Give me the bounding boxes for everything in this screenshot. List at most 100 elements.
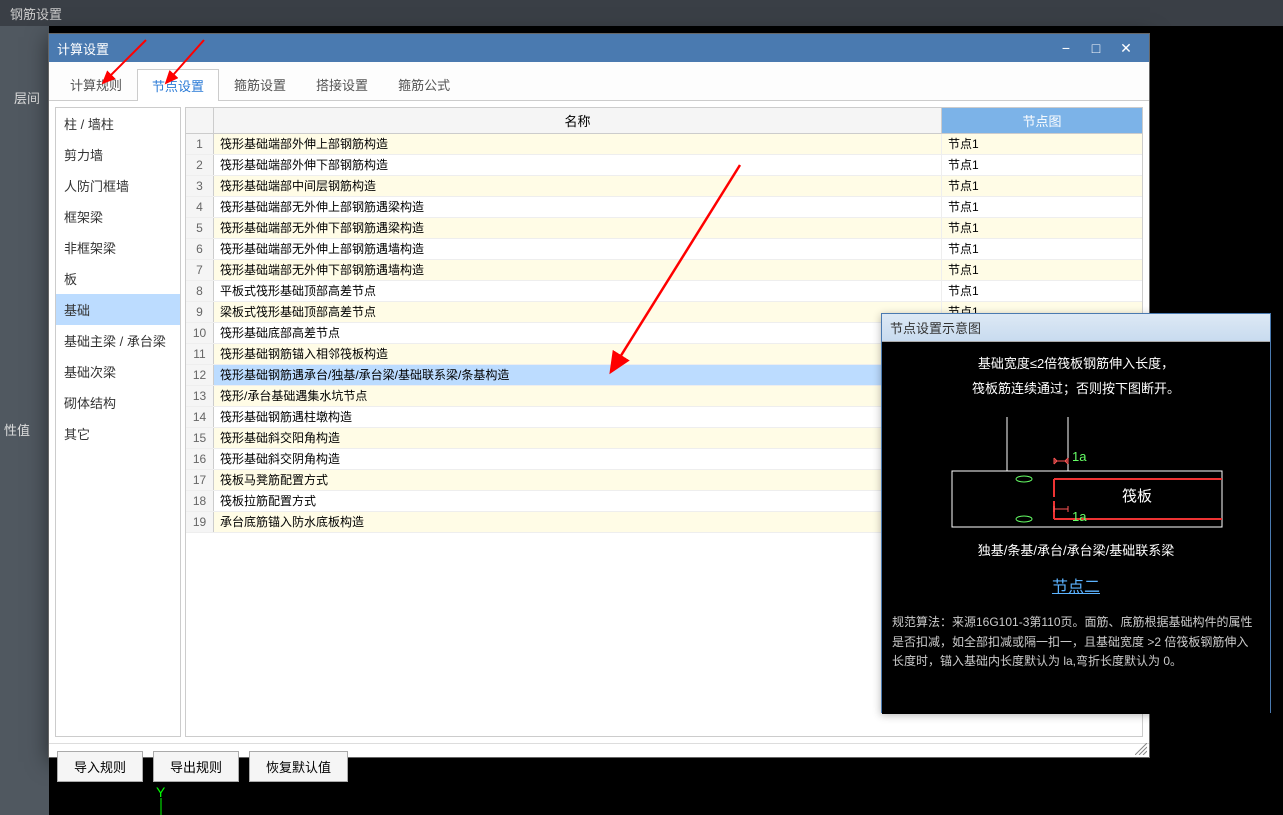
row-number: 11 [186,344,214,364]
row-name[interactable]: 筏形基础端部外伸上部钢筋构造 [214,134,942,154]
row-number: 19 [186,512,214,532]
label-1a-bot: 1a [1072,509,1086,524]
row-number: 4 [186,197,214,217]
preview-text: 基础宽度≤2倍筏板钢筋伸入长度， 筏板筋连续通过；否则按下图断开。 [892,352,1260,401]
app-title: 钢筋设置 [0,0,1283,26]
row-name[interactable]: 筏形基础钢筋遇承台/独基/承台梁/基础联系梁/条基构造 [214,365,942,385]
tab-0[interactable]: 计算规则 [55,68,137,100]
th-node[interactable]: 节点图 [942,108,1142,133]
row-name[interactable]: 筏板马凳筋配置方式 [214,470,942,490]
dialog-footer: 导入规则 导出规则 恢复默认值 [49,743,1149,789]
row-number: 14 [186,407,214,427]
row-name[interactable]: 平板式筏形基础顶部高差节点 [214,281,942,301]
row-node[interactable]: 节点1 [942,281,1142,301]
category-item[interactable]: 非框架梁 [56,232,180,263]
row-number: 16 [186,449,214,469]
th-name[interactable]: 名称 [214,108,942,133]
table-row[interactable]: 6筏形基础端部无外伸上部钢筋遇墙构造节点1 [186,239,1142,260]
category-item[interactable]: 人防门框墙 [56,170,180,201]
row-name[interactable]: 筏形基础端部无外伸下部钢筋遇梁构造 [214,218,942,238]
category-list: 柱 / 墙柱剪力墙人防门框墙框架梁非框架梁板基础基础主梁 / 承台梁基础次梁砌体… [55,107,181,737]
table-header: 名称 节点图 [186,108,1142,134]
label-raft: 筏板 [1122,485,1152,506]
row-name[interactable]: 筏板拉筋配置方式 [214,491,942,511]
preview-body: 基础宽度≤2倍筏板钢筋伸入长度， 筏板筋连续通过；否则按下图断开。 [882,342,1270,714]
category-item[interactable]: 柱 / 墙柱 [56,108,180,139]
row-number: 2 [186,155,214,175]
row-number: 6 [186,239,214,259]
table-row[interactable]: 8平板式筏形基础顶部高差节点节点1 [186,281,1142,302]
dialog-title: 计算设置 [57,39,109,58]
tab-3[interactable]: 搭接设置 [301,68,383,100]
row-node[interactable]: 节点1 [942,155,1142,175]
category-item[interactable]: 基础主梁 / 承台梁 [56,325,180,356]
export-rules-button[interactable]: 导出规则 [153,751,239,782]
row-number: 5 [186,218,214,238]
category-item[interactable]: 基础 [56,294,180,325]
row-name[interactable]: 筏形/承台基础遇集水坑节点 [214,386,942,406]
th-num [186,108,214,133]
table-row[interactable]: 5筏形基础端部无外伸下部钢筋遇梁构造节点1 [186,218,1142,239]
import-rules-button[interactable]: 导入规则 [57,751,143,782]
restore-defaults-button[interactable]: 恢复默认值 [249,751,348,782]
row-number: 17 [186,470,214,490]
preview-desc: 规范算法：来源16G101-3第110页。面筋、底筋根据基础构件的属性是否扣减，… [892,613,1260,671]
preview-line1: 基础宽度≤2倍筏板钢筋伸入长度， [892,352,1260,377]
dialog-titlebar[interactable]: 计算设置 − □ ✕ [49,34,1149,62]
row-name[interactable]: 承台底筋锚入防水底板构造 [214,512,942,532]
node-link[interactable]: 节点二 [892,573,1260,597]
preview-diagram: 1a 1a 筏板 独基/条基/承台/承台梁/基础联系梁 [892,411,1260,561]
category-item[interactable]: 其它 [56,418,180,449]
preview-line2: 筏板筋连续通过；否则按下图断开。 [892,377,1260,402]
row-name[interactable]: 筏形基础端部无外伸上部钢筋遇墙构造 [214,239,942,259]
axis-y-line [160,798,162,815]
category-item[interactable]: 框架梁 [56,201,180,232]
row-number: 12 [186,365,214,385]
row-name[interactable]: 筏形基础斜交阴角构造 [214,449,942,469]
row-name[interactable]: 筏形基础钢筋锚入相邻筏板构造 [214,344,942,364]
row-name[interactable]: 筏形基础端部无外伸下部钢筋遇墙构造 [214,260,942,280]
row-number: 18 [186,491,214,511]
tab-2[interactable]: 箍筋设置 [219,68,301,100]
row-node[interactable]: 节点1 [942,134,1142,154]
row-name[interactable]: 筏形基础底部高差节点 [214,323,942,343]
row-number: 3 [186,176,214,196]
row-name[interactable]: 筏形基础端部无外伸上部钢筋遇梁构造 [214,197,942,217]
row-node[interactable]: 节点1 [942,260,1142,280]
maximize-icon[interactable]: □ [1081,34,1111,62]
row-node[interactable]: 节点1 [942,239,1142,259]
category-item[interactable]: 基础次梁 [56,356,180,387]
close-icon[interactable]: ✕ [1111,34,1141,62]
category-item[interactable]: 板 [56,263,180,294]
category-item[interactable]: 剪力墙 [56,139,180,170]
category-item[interactable]: 砌体结构 [56,387,180,418]
tab-4[interactable]: 箍筋公式 [383,68,465,100]
row-number: 9 [186,302,214,322]
row-number: 10 [186,323,214,343]
bg-sidebar-item[interactable]: 层间 [14,88,40,107]
row-node[interactable]: 节点1 [942,197,1142,217]
table-row[interactable]: 4筏形基础端部无外伸上部钢筋遇梁构造节点1 [186,197,1142,218]
row-number: 7 [186,260,214,280]
table-row[interactable]: 1筏形基础端部外伸上部钢筋构造节点1 [186,134,1142,155]
row-number: 8 [186,281,214,301]
row-node[interactable]: 节点1 [942,176,1142,196]
row-number: 1 [186,134,214,154]
row-name[interactable]: 筏形基础端部外伸下部钢筋构造 [214,155,942,175]
row-name[interactable]: 梁板式筏形基础顶部高差节点 [214,302,942,322]
table-row[interactable]: 2筏形基础端部外伸下部钢筋构造节点1 [186,155,1142,176]
row-number: 13 [186,386,214,406]
minimize-icon[interactable]: − [1051,34,1081,62]
row-name[interactable]: 筏形基础斜交阳角构造 [214,428,942,448]
table-row[interactable]: 3筏形基础端部中间层钢筋构造节点1 [186,176,1142,197]
preview-panel: 节点设置示意图 基础宽度≤2倍筏板钢筋伸入长度， 筏板筋连续通过；否则按下图断开… [881,313,1271,713]
row-name[interactable]: 筏形基础端部中间层钢筋构造 [214,176,942,196]
row-node[interactable]: 节点1 [942,218,1142,238]
resize-grip-icon[interactable] [1135,743,1147,755]
tab-strip: 计算规则节点设置箍筋设置搭接设置箍筋公式 [49,62,1149,101]
tab-1[interactable]: 节点设置 [137,69,219,101]
row-name[interactable]: 筏形基础钢筋遇柱墩构造 [214,407,942,427]
row-number: 15 [186,428,214,448]
preview-title: 节点设置示意图 [882,314,1270,342]
table-row[interactable]: 7筏形基础端部无外伸下部钢筋遇墙构造节点1 [186,260,1142,281]
